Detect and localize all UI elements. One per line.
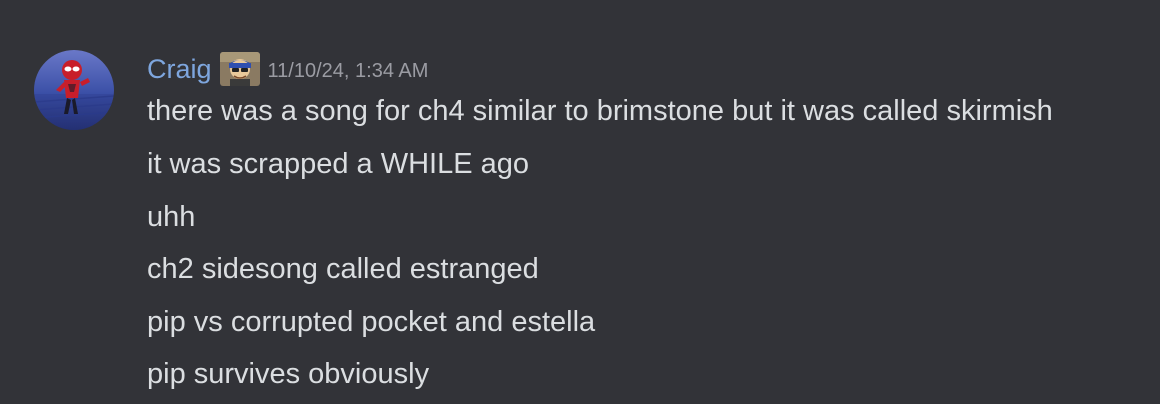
cartoon-character-role-icon[interactable] — [219, 52, 260, 86]
message-line: there was a song for ch4 similar to brim… — [147, 95, 1053, 127]
spider-hero-avatar-icon — [34, 50, 114, 130]
message-line: it was scrapped a WHILE ago — [147, 148, 530, 180]
message-timestamp[interactable]: 11/10/24, 1:34 AM — [268, 48, 429, 90]
message-line: pip survives obviously — [147, 358, 430, 390]
message-group: Craig 11/10/24, 1:34 AM there was a song… — [0, 0, 1160, 404]
user-avatar[interactable] — [34, 50, 114, 130]
message-line: ch2 sidesong called estranged — [147, 253, 539, 285]
message-line: pip vs corrupted pocket and estella — [147, 306, 596, 338]
author-username[interactable]: Craig — [147, 50, 212, 88]
message-line: uhh — [147, 201, 196, 233]
message-header: Craig 11/10/24, 1:34 AM — [147, 50, 428, 88]
